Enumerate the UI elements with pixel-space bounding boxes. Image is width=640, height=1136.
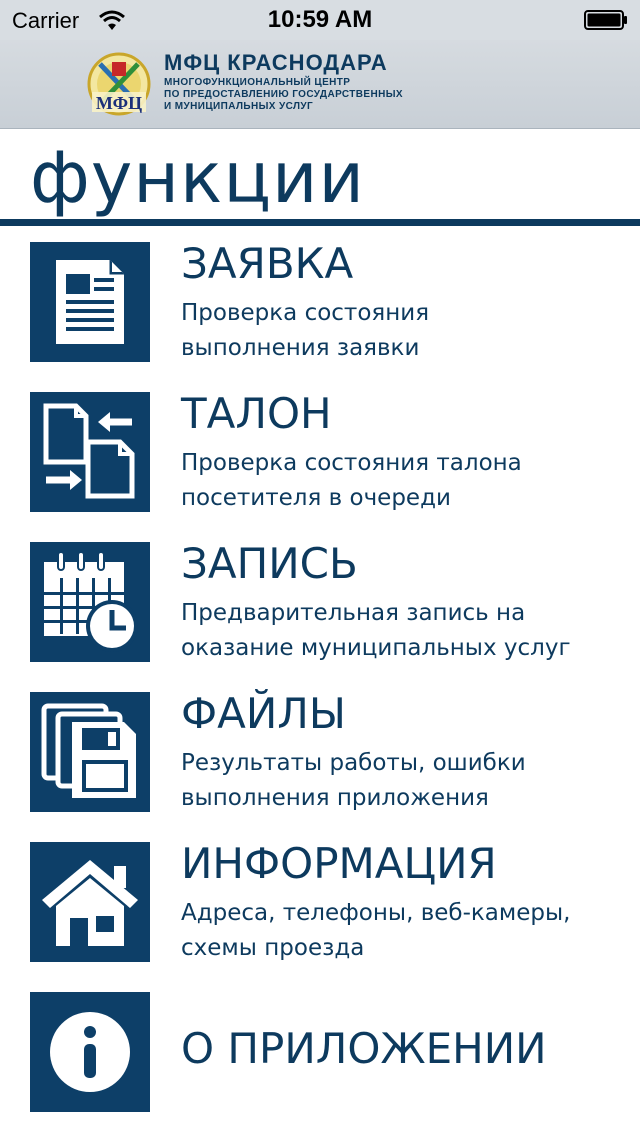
swap-documents-icon	[30, 392, 150, 512]
title-divider	[0, 219, 640, 226]
status-bar: Carrier 10:59 AM	[0, 0, 640, 40]
menu-item-desc-line: выполнения приложения	[181, 785, 489, 811]
app-header: МФЦ МФЦ КРАСНОДАРА МНОГОФУНКЦИОНАЛЬНЫЙ Ц…	[0, 40, 640, 129]
menu-item-desc-line: Проверка состояния	[181, 300, 430, 326]
page-title: функции	[30, 137, 365, 219]
menu-item-title: О ПРИЛОЖЕНИИ	[181, 1024, 547, 1073]
menu-item-information[interactable]: ИНФОРМАЦИЯ Адреса, телефоны, веб-камеры,…	[0, 839, 640, 966]
org-desc-line: И МУНИЦИПАЛЬНЫХ УСЛУГ	[164, 101, 314, 112]
floppy-files-icon	[30, 692, 150, 812]
menu-item-title: ЗАПИСЬ	[181, 539, 358, 588]
org-description: МНОГОФУНКЦИОНАЛЬНЫЙ ЦЕНТР ПО ПРЕДОСТАВЛЕ…	[164, 77, 424, 113]
menu-item-about[interactable]: О ПРИЛОЖЕНИИ	[0, 992, 640, 1114]
menu-item-ticket[interactable]: ТАЛОН Проверка состояния талона посетите…	[0, 389, 640, 516]
mfc-logo-icon: МФЦ	[86, 50, 152, 118]
menu-item-desc-line: Проверка состояния талона	[181, 450, 522, 476]
info-icon	[30, 992, 150, 1112]
menu-item-description: Проверка состояния талона посетителя в о…	[181, 446, 631, 516]
org-name: МФЦ КРАСНОДАРА	[164, 50, 388, 75]
menu-item-description: Предварительная запись на оказание муниц…	[181, 596, 631, 666]
org-desc-line: МНОГОФУНКЦИОНАЛЬНЫЙ ЦЕНТР	[164, 77, 351, 88]
menu-item-title: ФАЙЛЫ	[181, 689, 346, 738]
menu-item-desc-line: Адреса, телефоны, веб-камеры,	[181, 900, 571, 926]
menu-item-description: Проверка состояния выполнения заявки	[181, 296, 631, 366]
home-icon	[30, 842, 150, 962]
org-desc-line: ПО ПРЕДОСТАВЛЕНИЮ ГОСУДАРСТВЕННЫХ	[164, 89, 403, 100]
menu-item-desc-line: выполнения заявки	[181, 335, 420, 361]
menu-item-desc-line: Результаты работы, ошибки	[181, 750, 526, 776]
battery-icon	[584, 10, 628, 30]
menu-item-appointment[interactable]: ЗАПИСЬ Предварительная запись на оказани…	[0, 539, 640, 666]
calendar-clock-icon	[30, 542, 150, 662]
menu-item-request[interactable]: ЗАЯВКА Проверка состояния выполнения зая…	[0, 239, 640, 366]
menu-item-files[interactable]: ФАЙЛЫ Результаты работы, ошибки выполнен…	[0, 689, 640, 816]
status-time: 10:59 AM	[267, 6, 373, 33]
menu-item-description: Результаты работы, ошибки выполнения при…	[181, 746, 631, 816]
menu-item-title: ЗАЯВКА	[181, 239, 354, 288]
document-icon	[30, 242, 150, 362]
menu-item-desc-line: Предварительная запись на	[181, 600, 526, 626]
menu-item-description: Адреса, телефоны, веб-камеры, схемы прое…	[181, 896, 631, 966]
menu-item-desc-line: оказание муниципальных услуг	[181, 635, 571, 661]
menu-item-desc-line: схемы проезда	[181, 935, 365, 961]
menu-item-title: ТАЛОН	[181, 389, 332, 438]
menu-item-title: ИНФОРМАЦИЯ	[181, 839, 497, 888]
logo-text: МФЦ	[96, 93, 142, 113]
menu-item-desc-line: посетителя в очереди	[181, 485, 451, 511]
